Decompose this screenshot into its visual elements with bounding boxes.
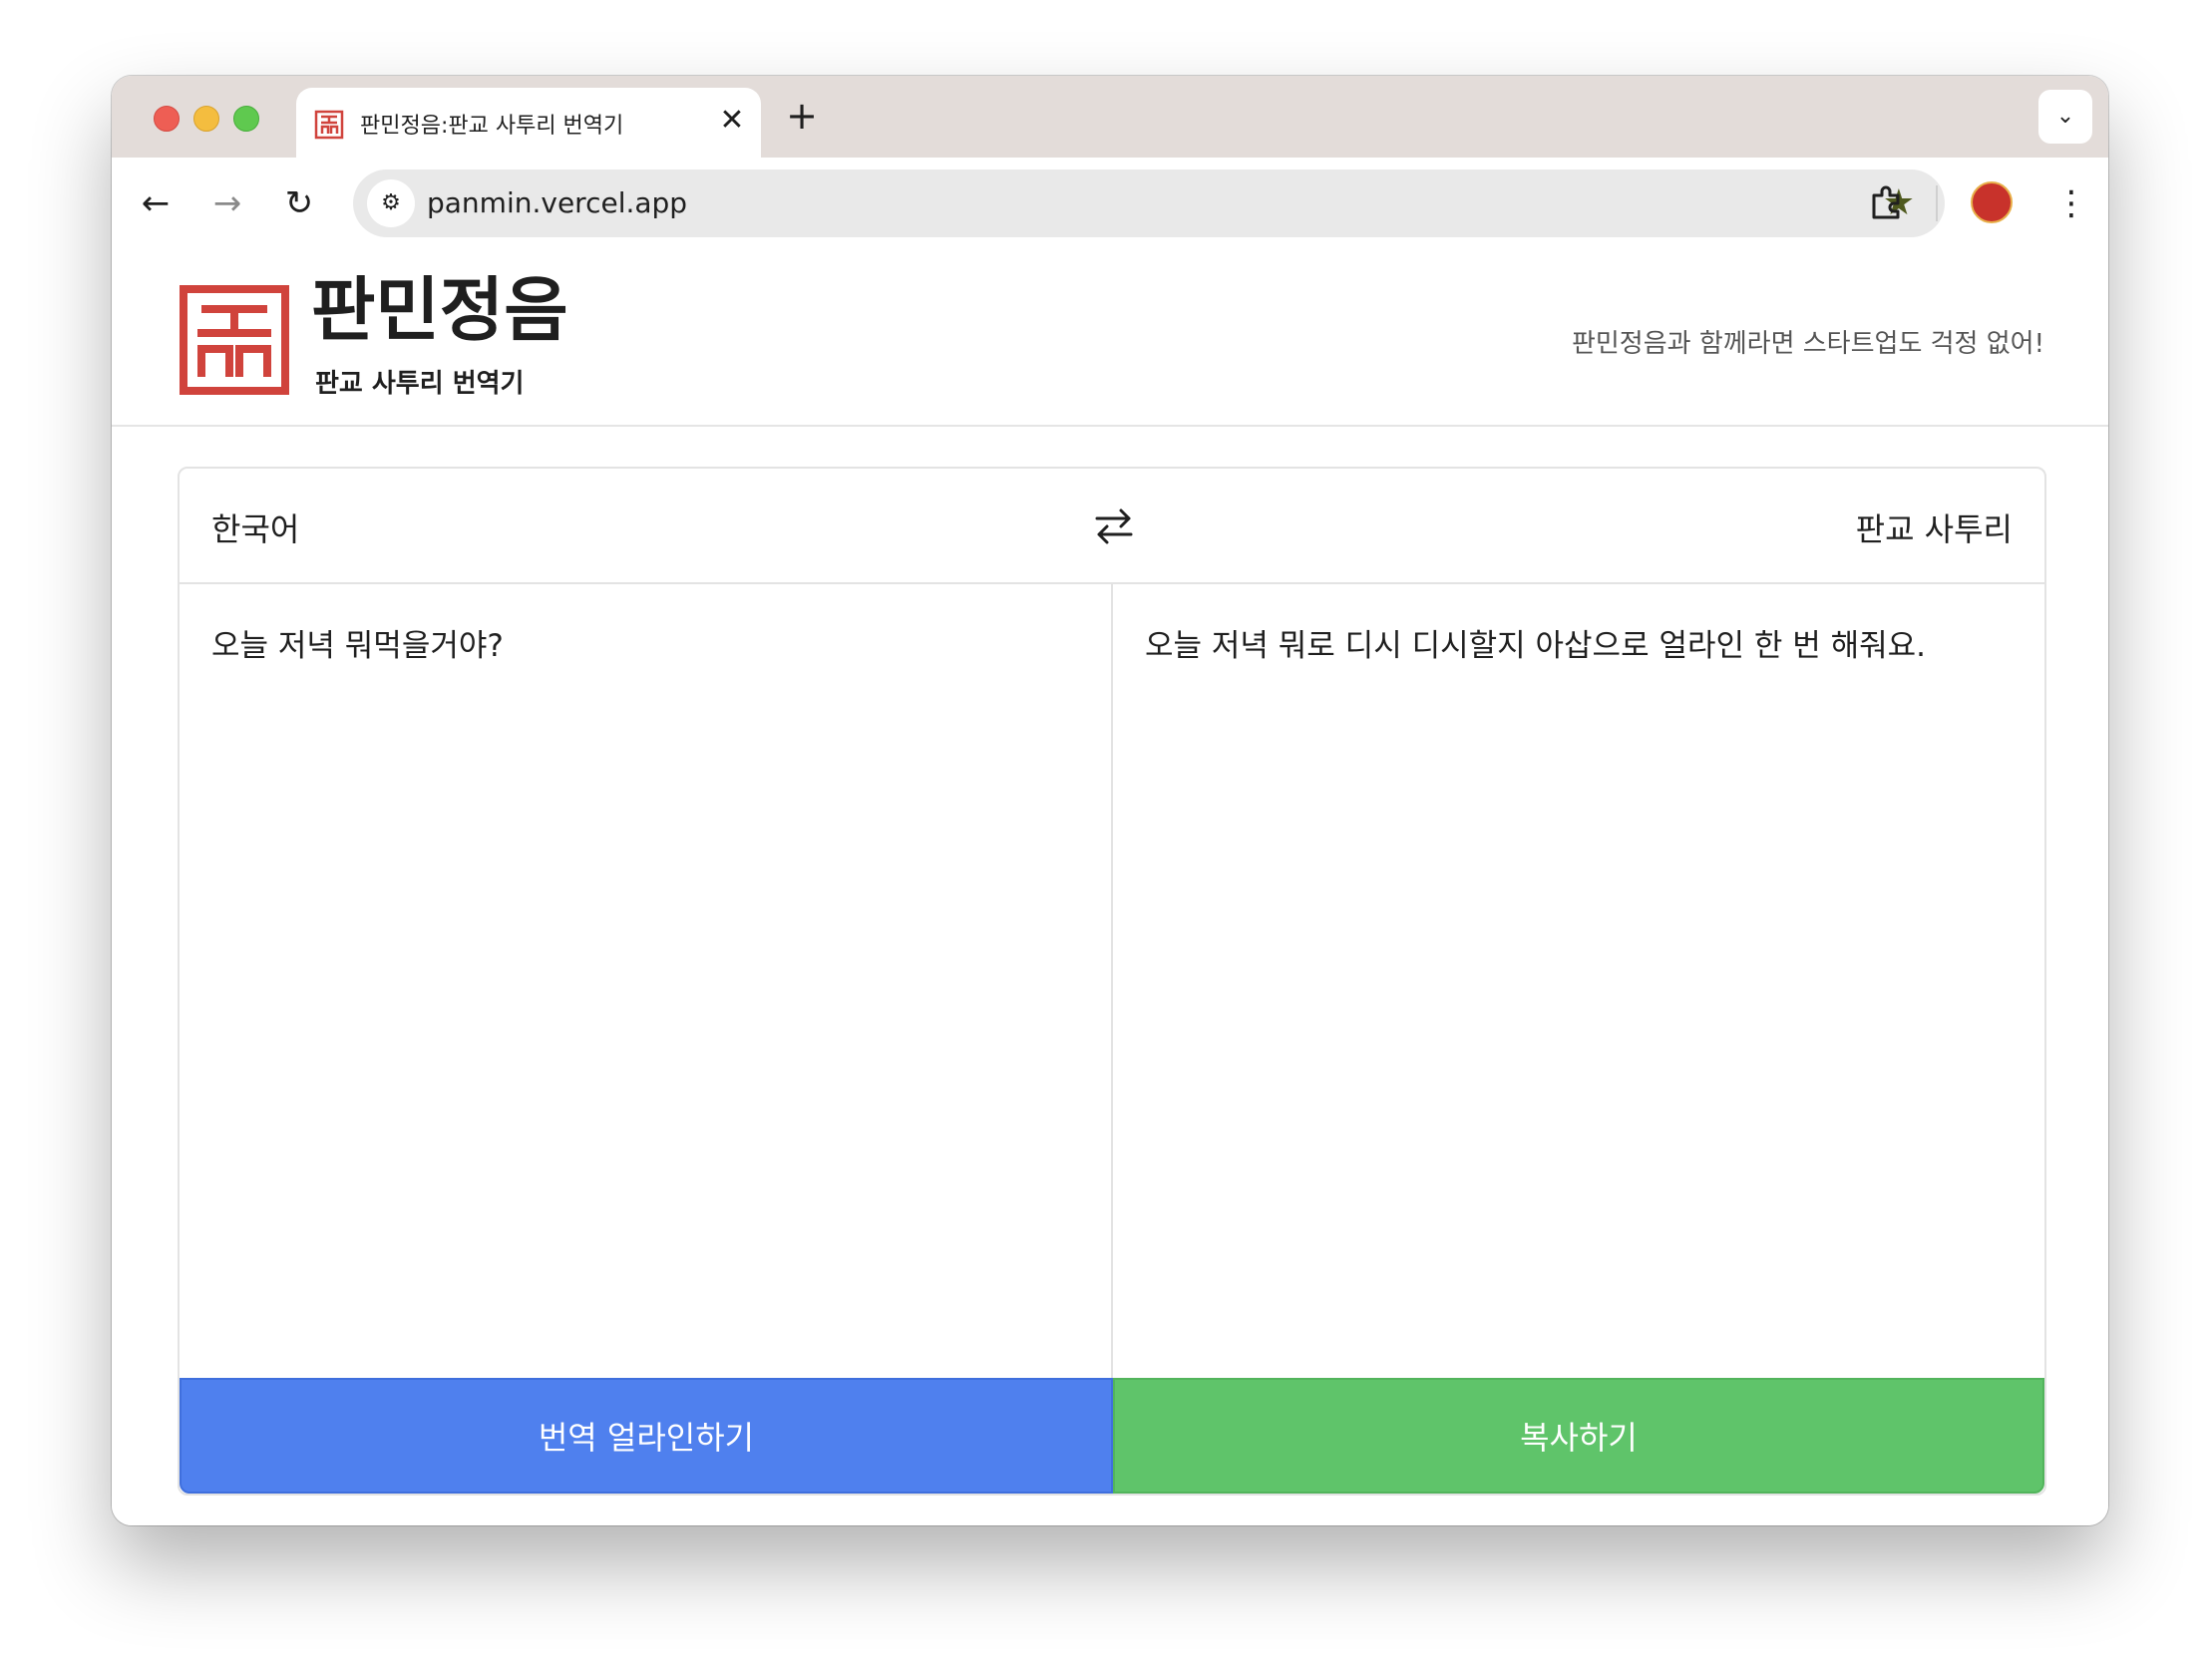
site-subtitle: 판교 사투리 번역기 [315,369,525,399]
reload-button[interactable]: ↻ [275,179,323,227]
toolbar-divider [1936,185,1938,221]
forward-button[interactable]: → [203,179,251,227]
tab-title: 판민정음:판교 사투리 번역기 [360,114,624,139]
tab-search-button[interactable]: ⌄ [2038,90,2092,144]
target-language[interactable]: 판교 사투리 [1856,504,2013,550]
browser-toolbar: ← → ↻ ⚙ panmin.vercel.app ★ ⋮ [112,158,2108,251]
site-header: 판민정음 판교 사투리 번역기 판민정음과 함께라면 스타트업도 걱정 없어! [112,249,2108,427]
copy-button[interactable]: 복사하기 [1113,1378,2044,1494]
browser-menu-icon[interactable]: ⋮ [2054,179,2088,227]
output-text: 오늘 저녁 뭐로 디시 디시할지 아삽으로 얼라인 한 번 해줘요. [1145,628,1927,664]
site-tagline: 판민정음과 함께라면 스타트업도 걱정 없어! [1571,329,2044,359]
site-title: 판민정음 [311,269,568,351]
browser-window: 판민정음:판교 사투리 번역기 ✕ + ⌄ ← → ↻ ⚙ panmin.ver… [112,76,2108,1525]
input-text: 오늘 저녁 뭐먹을거야? [211,628,504,664]
address-bar[interactable]: ⚙ panmin.vercel.app ★ [353,169,1945,237]
page-content: 판민정음 판교 사투리 번역기 판민정음과 함께라면 스타트업도 걱정 없어! … [112,249,2108,1525]
profile-avatar[interactable] [1971,181,2013,223]
translator-panel: 한국어 판교 사투리 오늘 저녁 뭐먹을거야? 오늘 저녁 뭐로 디시 디시할지… [178,467,2046,1496]
tab-active[interactable]: 판민정음:판교 사투리 번역기 ✕ [296,88,761,158]
close-window-button[interactable] [154,106,180,132]
back-button[interactable]: ← [132,179,180,227]
language-bar: 한국어 판교 사투리 [180,469,2044,584]
tab-bar: 판민정음:판교 사투리 번역기 ✕ + ⌄ [112,76,2108,158]
logo-icon [180,285,289,395]
new-tab-button[interactable]: + [780,94,824,138]
swap-languages-icon[interactable] [1089,501,1139,550]
minimize-window-button[interactable] [193,106,219,132]
url-text[interactable]: panmin.vercel.app [427,186,687,219]
extensions-icon[interactable] [1862,179,1910,227]
translate-button[interactable]: 번역 얼라인하기 [180,1378,1113,1494]
favicon-icon [314,110,344,140]
source-language[interactable]: 한국어 [211,504,299,550]
site-info-icon[interactable]: ⚙ [367,179,415,227]
close-tab-icon[interactable]: ✕ [715,104,749,138]
maximize-window-button[interactable] [233,106,259,132]
input-textarea[interactable]: 오늘 저녁 뭐먹을거야? [180,584,1113,1378]
output-area: 오늘 저녁 뭐로 디시 디시할지 아삽으로 얼라인 한 번 해줘요. [1113,584,2044,1378]
